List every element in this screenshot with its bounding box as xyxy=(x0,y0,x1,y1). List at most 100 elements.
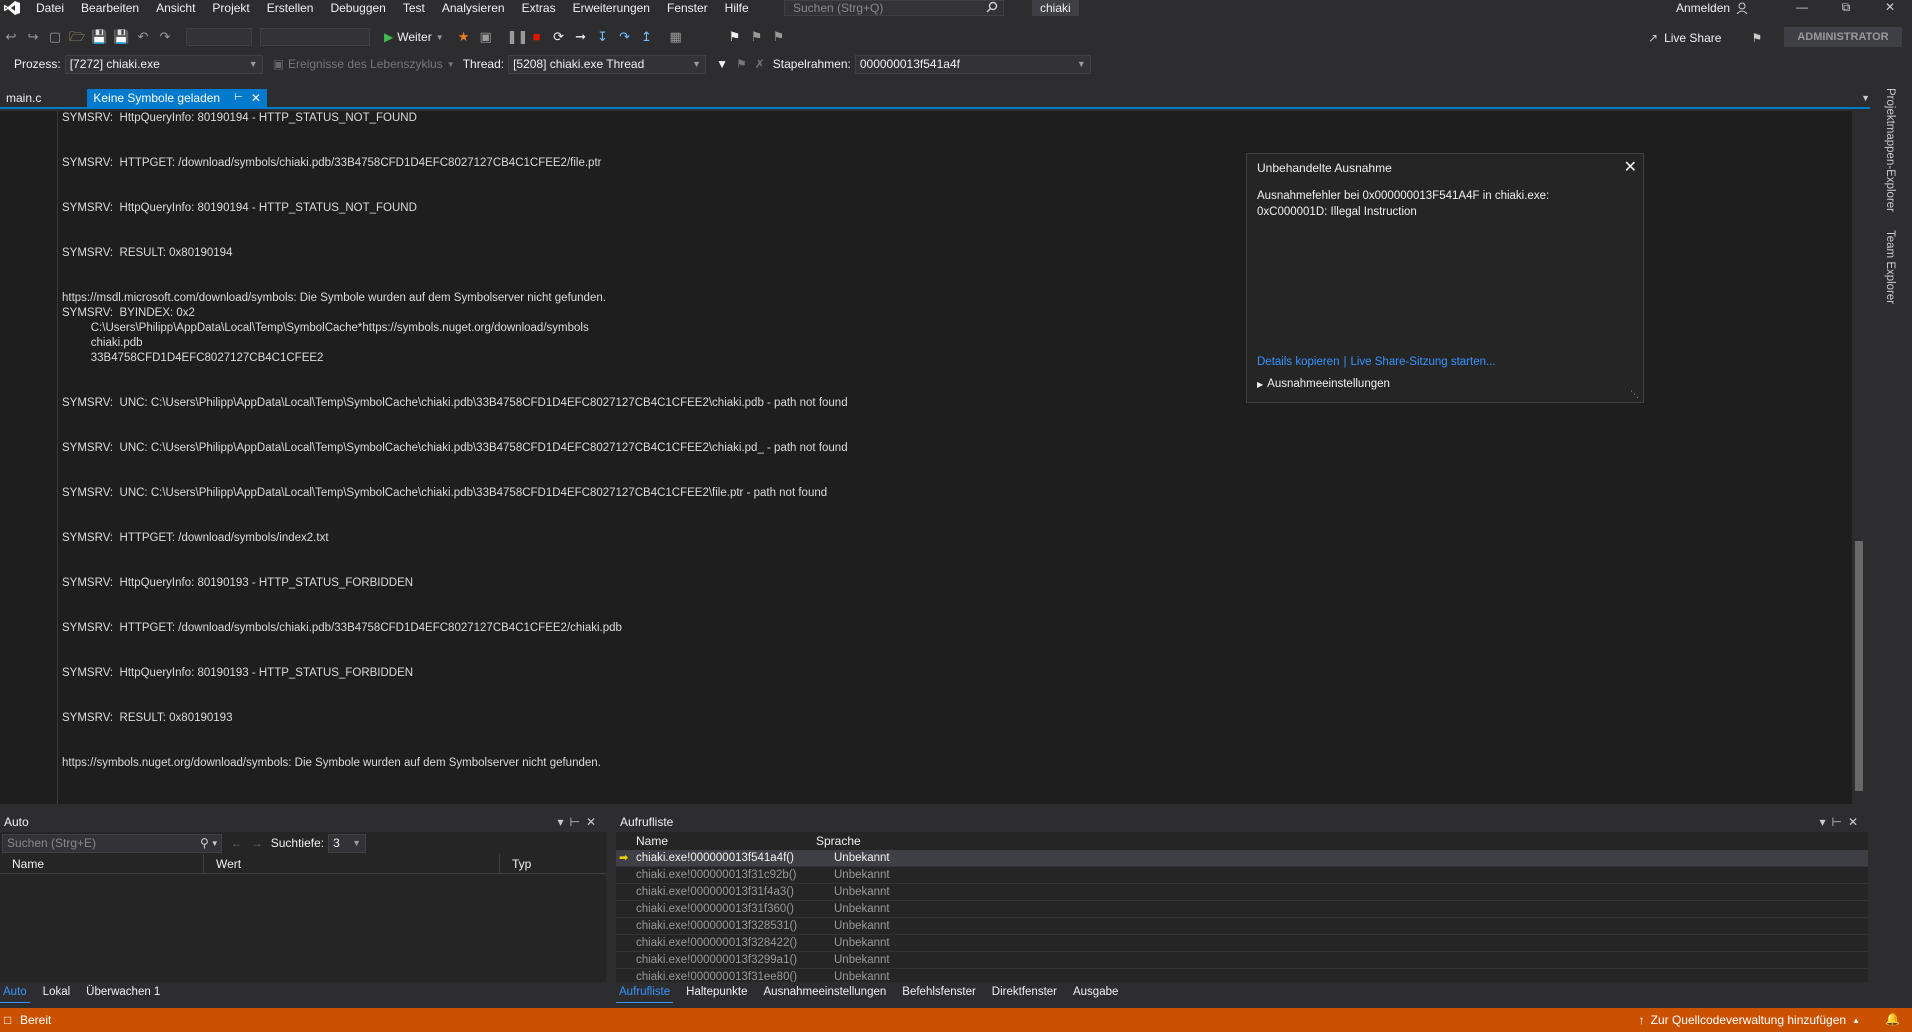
close-tab-icon[interactable]: ✕ xyxy=(251,89,261,107)
col-value[interactable]: Wert xyxy=(204,854,500,873)
tab-command-window[interactable]: Befehlsfenster xyxy=(899,982,979,1002)
step-into-icon[interactable]: ↧ xyxy=(595,29,611,45)
menu-datei[interactable]: Datei xyxy=(36,1,64,15)
autos-search-input[interactable]: Suchen (Strg+E) xyxy=(2,833,222,853)
pin-icon[interactable]: ⊢ xyxy=(569,815,585,829)
stackframe-dropdown[interactable]: 000000013f541a4f ▼ xyxy=(854,54,1091,74)
filter-icon[interactable]: ▼ xyxy=(716,57,728,71)
notifications-icon[interactable]: 🔔 xyxy=(1885,1012,1900,1026)
forward-icon[interactable]: ↪ xyxy=(25,29,41,45)
tab-immediate-window[interactable]: Direktfenster xyxy=(989,982,1060,1002)
search-depth-dropdown[interactable]: 3 ▼ xyxy=(328,833,367,853)
menu-bearbeiten[interactable]: Bearbeiten xyxy=(81,1,139,15)
redo-icon[interactable]: ↷ xyxy=(157,29,173,45)
signin-button[interactable]: Anmelden xyxy=(1676,1,1750,15)
tab-output[interactable]: Ausgabe xyxy=(1070,982,1121,1002)
close-icon[interactable]: ✕ xyxy=(1624,157,1637,177)
pause-icon[interactable]: ❚❚ xyxy=(507,29,529,45)
search-icon[interactable] xyxy=(986,1,998,13)
callstack-row[interactable]: chiaki.exe!000000013f328531() Unbekannt xyxy=(616,918,1868,935)
stop-icon[interactable]: ■ xyxy=(529,29,545,45)
undo-icon[interactable]: ↶ xyxy=(135,29,151,45)
start-liveshare-link[interactable]: Live Share-Sitzung starten... xyxy=(1350,356,1495,368)
save-icon[interactable]: 💾 xyxy=(91,29,107,45)
continue-button[interactable]: ▶ Weiter ▼ xyxy=(384,30,444,44)
save-all-icon[interactable]: 💾 xyxy=(113,29,129,45)
process-dropdown[interactable]: [7272] chiaki.exe ▼ xyxy=(64,54,263,74)
tab-main-c[interactable]: main.c xyxy=(0,89,47,107)
col-name[interactable]: Name xyxy=(616,832,816,850)
flag-threads-icon[interactable]: ⚑ xyxy=(736,57,747,71)
restart-icon[interactable]: ⟳ xyxy=(551,29,567,45)
snapshot-icon[interactable]: ▣ xyxy=(478,29,494,45)
exception-settings-expander[interactable]: ▶ Ausnahmeeinstellungen xyxy=(1257,378,1390,390)
tab-breakpoints[interactable]: Haltepunkte xyxy=(683,982,750,1002)
chevron-down-icon[interactable]: ▾ xyxy=(1819,815,1831,829)
tab-solution-explorer[interactable]: Projektmappen-Explorer xyxy=(1884,88,1896,212)
pin-icon[interactable]: ⊢ xyxy=(1831,815,1847,829)
close-icon[interactable]: ✕ xyxy=(1848,815,1864,829)
col-language[interactable]: Sprache xyxy=(816,832,861,850)
menu-hilfe[interactable]: Hilfe xyxy=(725,1,749,15)
solution-platform-dropdown[interactable] xyxy=(260,28,370,46)
chevron-down-icon[interactable]: ▾ xyxy=(557,815,569,829)
menu-erstellen[interactable]: Erstellen xyxy=(267,1,314,15)
restore-icon[interactable]: ⧉ xyxy=(1824,0,1868,15)
liveshare-button[interactable]: ↗ Live Share ⚑ xyxy=(1648,31,1762,45)
callstack-row[interactable]: chiaki.exe!000000013f3299a1() Unbekannt xyxy=(616,952,1868,969)
pin-icon[interactable]: ⊢ xyxy=(234,89,243,107)
menu-ansicht[interactable]: Ansicht xyxy=(156,1,195,15)
resize-grip-icon[interactable]: ⋱ xyxy=(1630,389,1639,400)
thread-dropdown[interactable]: [5208] chiaki.exe Thread ▼ xyxy=(508,54,707,74)
search-icon[interactable]: ⚲ xyxy=(200,836,209,850)
menu-debuggen[interactable]: Debuggen xyxy=(330,1,385,15)
tab-lokal[interactable]: Lokal xyxy=(40,982,74,1002)
menu-erweiterungen[interactable]: Erweiterungen xyxy=(573,1,650,15)
vertical-scrollbar[interactable] xyxy=(1852,111,1866,804)
close-icon[interactable]: ✕ xyxy=(586,815,602,829)
callstack-row[interactable]: chiaki.exe!000000013f31f360() Unbekannt xyxy=(616,901,1868,918)
arrow-right-icon[interactable]: → xyxy=(251,836,263,850)
new-project-icon[interactable]: ▢ xyxy=(47,29,63,45)
menu-extras[interactable]: Extras xyxy=(522,1,556,15)
bookmark-next-icon[interactable]: ⚑ xyxy=(771,29,787,45)
quick-launch-search-input[interactable]: Suchen (Strg+Q) xyxy=(784,0,1004,16)
lifecycle-events-label[interactable]: Ereignisse des Lebenszyklus xyxy=(288,57,443,71)
callstack-row[interactable]: chiaki.exe!000000013f31f4a3() Unbekannt xyxy=(616,884,1868,901)
feedback-icon[interactable]: ⚑ xyxy=(1751,31,1762,45)
tab-exception-settings[interactable]: Ausnahmeeinstellungen xyxy=(761,982,890,1002)
back-icon[interactable]: ↩ xyxy=(3,29,19,45)
tab-no-symbols-loaded[interactable]: Keine Symbole geladen ⊢ ✕ xyxy=(87,89,267,107)
open-folder-icon[interactable]: 🗁 xyxy=(69,29,85,45)
close-icon[interactable]: ✕ xyxy=(1868,0,1912,15)
show-next-statement-icon[interactable]: ➞ xyxy=(573,29,589,45)
bookmark-icon[interactable]: ⚑ xyxy=(727,29,743,45)
tab-team-explorer[interactable]: Team Explorer xyxy=(1884,230,1896,304)
step-out-icon[interactable]: ↥ xyxy=(639,29,655,45)
add-to-source-control-button[interactable]: ↑ Zur Quellcodeverwaltung hinzufügen ▲ xyxy=(1639,1013,1860,1027)
tab-callstack[interactable]: Aufrufliste xyxy=(616,982,674,1003)
col-type[interactable]: Typ xyxy=(500,854,590,873)
menu-fenster[interactable]: Fenster xyxy=(667,1,708,15)
hex-display-icon[interactable]: ▦ xyxy=(668,29,684,45)
solution-configuration-dropdown[interactable] xyxy=(186,28,252,46)
menu-analysieren[interactable]: Analysieren xyxy=(442,1,505,15)
tab-watch1[interactable]: Überwachen 1 xyxy=(83,982,163,1002)
step-over-icon[interactable]: ↷ xyxy=(617,29,633,45)
tab-auto[interactable]: Auto xyxy=(0,982,30,1003)
tab-overflow-dropdown-icon[interactable]: ▼ xyxy=(1861,93,1870,103)
menu-projekt[interactable]: Projekt xyxy=(212,1,249,15)
bookmark-prev-icon[interactable]: ⚑ xyxy=(749,29,765,45)
callstack-row[interactable]: chiaki.exe!000000013f328422() Unbekannt xyxy=(616,935,1868,952)
scrollbar-thumb[interactable] xyxy=(1855,541,1863,791)
chevron-down-icon[interactable]: ▼ xyxy=(211,839,219,848)
hot-reload-icon[interactable]: ★ xyxy=(456,29,472,45)
copy-details-link[interactable]: Details kopieren xyxy=(1257,356,1339,368)
toggle-external-icon[interactable]: ✗ xyxy=(755,57,765,71)
callstack-row[interactable]: ➡ chiaki.exe!000000013f541a4f() Unbekannt xyxy=(616,850,1868,867)
col-name[interactable]: Name xyxy=(0,854,204,873)
callstack-row[interactable]: chiaki.exe!000000013f31c92b() Unbekannt xyxy=(616,867,1868,884)
menu-test[interactable]: Test xyxy=(403,1,425,15)
arrow-left-icon[interactable]: ← xyxy=(231,836,243,850)
minimize-icon[interactable]: — xyxy=(1780,0,1824,15)
